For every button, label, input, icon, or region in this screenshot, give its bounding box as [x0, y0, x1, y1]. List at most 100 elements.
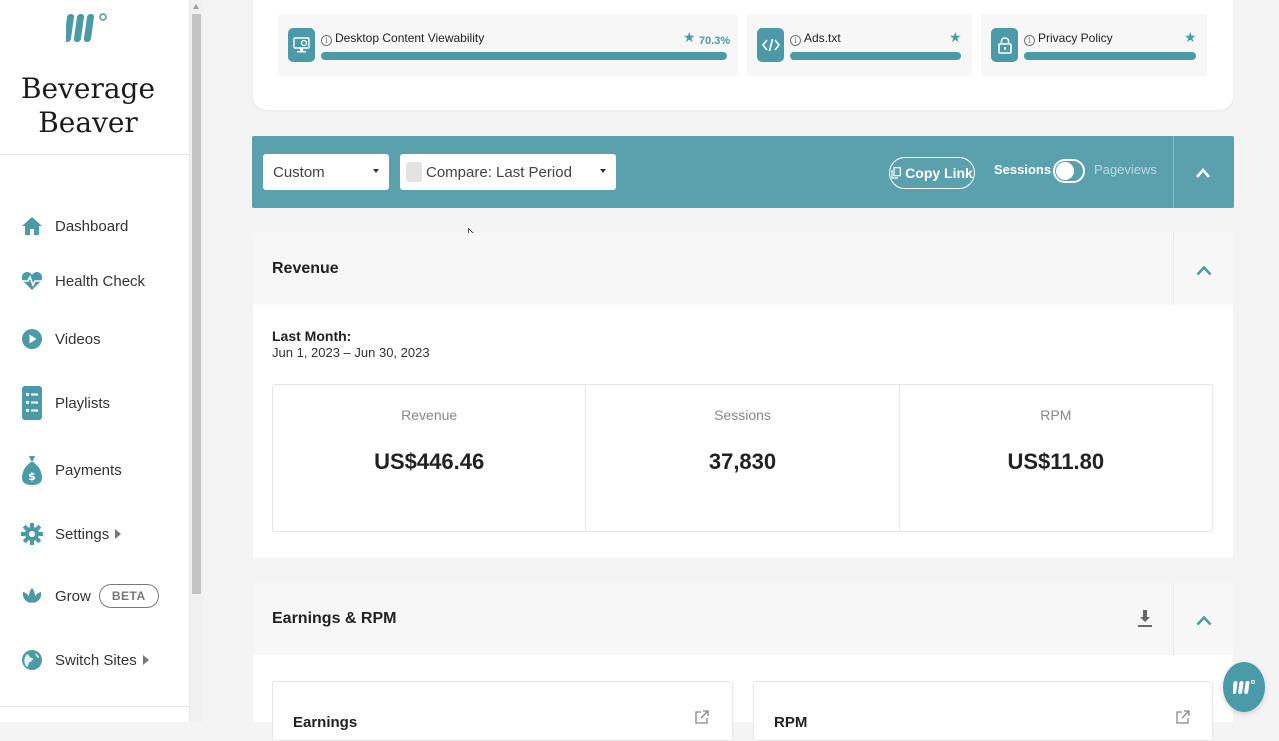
stat-rpm: RPM US$11.80: [898, 385, 1212, 531]
logo-icon: [1233, 680, 1255, 694]
sidebar-item-grow[interactable]: Grow BETA: [20, 581, 159, 611]
compare-value: Compare: Last Period: [426, 163, 572, 181]
sidebar-item-label: Payments: [55, 461, 122, 479]
chevron-up-icon[interactable]: [1196, 263, 1212, 277]
progress-bar: [790, 52, 961, 60]
health-tile-viewability[interactable]: i Desktop Content Viewability ★ 70.3%: [278, 14, 738, 76]
beta-badge: BETA: [98, 584, 159, 608]
info-icon[interactable]: i: [1024, 35, 1035, 46]
tile-label: Ads.txt: [804, 31, 841, 45]
tile-label: Desktop Content Viewability: [335, 31, 485, 45]
sidebar-item-label: Dashboard: [55, 217, 129, 235]
copy-icon: [891, 167, 902, 179]
info-icon[interactable]: i: [321, 35, 332, 46]
sidebar-item-label: Health Check: [55, 272, 146, 290]
sidebar: Beverage Beaver Dashboard Health Check V…: [0, 0, 190, 722]
stat-sessions: Sessions 37,830: [585, 385, 898, 531]
copy-link-button[interactable]: Copy Link: [889, 157, 975, 189]
sidebar-item-label: Switch Sites: [55, 651, 137, 669]
logo-icon[interactable]: [66, 10, 110, 46]
stat-value: US$11.80: [1007, 449, 1105, 474]
rpm-chart-card: RPM: [753, 681, 1213, 741]
gear-icon: [20, 522, 44, 546]
sidebar-item-switch-sites[interactable]: Switch Sites: [20, 645, 149, 675]
health-tile-privacy-policy[interactable]: i Privacy Policy ★: [981, 14, 1207, 76]
compare-select[interactable]: Compare: Last Period: [400, 154, 616, 190]
filter-bar: Custom Compare: Last Period Copy Link Se…: [252, 136, 1234, 208]
section-title: Earnings & RPM: [272, 610, 397, 627]
code-icon: [757, 28, 784, 62]
health-check-card: i Desktop Content Viewability ★ 70.3% i …: [253, 0, 1233, 110]
lock-icon: [991, 28, 1018, 62]
period-title: Last Month:: [272, 328, 352, 344]
scrollbar-thumb[interactable]: [192, 14, 201, 594]
tile-value: 70.3%: [699, 35, 731, 47]
stat-value: US$446.46: [374, 449, 485, 474]
copy-link-label: Copy Link: [905, 165, 973, 181]
caret-right-icon: [142, 655, 149, 665]
stat-label: Sessions: [714, 407, 771, 423]
card-title: RPM: [774, 714, 808, 731]
divider: [1173, 583, 1174, 655]
sidebar-item-label: Grow: [55, 587, 91, 605]
sidebar-item-settings[interactable]: Settings: [20, 519, 122, 549]
sidebar-item-dashboard[interactable]: Dashboard: [20, 211, 128, 241]
period-range: Jun 1, 2023 – Jun 30, 2023: [272, 345, 430, 360]
stat-value: 37,830: [708, 449, 777, 474]
sidebar-item-payments[interactable]: $ Payments: [20, 455, 122, 485]
sidebar-divider: [0, 154, 189, 155]
sidebar-item-health-check[interactable]: Health Check: [20, 266, 145, 296]
toggle-knob: [1056, 162, 1074, 180]
stat-label: Revenue: [401, 407, 458, 423]
heartbeat-icon: [20, 269, 44, 293]
toggle-label-sessions[interactable]: Sessions: [994, 162, 1051, 177]
revenue-section-body: Last Month: Jun 1, 2023 – Jun 30, 2023 R…: [253, 305, 1233, 558]
home-icon: [20, 214, 44, 238]
chevron-up-icon[interactable]: [1196, 166, 1210, 180]
play-icon: [20, 327, 44, 351]
compare-color-swatch: [406, 162, 422, 182]
chevron-up-icon[interactable]: [1196, 613, 1212, 627]
info-icon[interactable]: i: [790, 35, 801, 46]
dropdown-arrow-icon: [373, 169, 379, 173]
date-range-value: Custom: [273, 163, 325, 181]
health-tile-ads-txt[interactable]: i Ads.txt ★: [747, 14, 972, 76]
star-icon: ★: [1184, 29, 1197, 45]
stat-label: RPM: [1040, 407, 1072, 423]
sidebar-item-videos[interactable]: Videos: [20, 324, 101, 354]
site-title-line2: Beaver: [38, 106, 138, 139]
playlist-icon: [20, 386, 44, 420]
star-icon: ★: [683, 29, 696, 45]
star-icon: ★: [949, 29, 962, 45]
sidebar-item-playlists[interactable]: Playlists: [20, 386, 111, 420]
sidebar-item-label: Playlists: [55, 394, 111, 412]
monitor-icon: [288, 28, 315, 62]
date-range-select[interactable]: Custom: [263, 154, 389, 190]
sessions-pageviews-toggle[interactable]: [1053, 159, 1085, 183]
site-title-line1: Beverage: [20, 72, 156, 105]
stat-revenue: Revenue US$446.46: [273, 385, 585, 531]
stats-summary: Revenue US$446.46 Sessions 37,830 RPM US…: [272, 384, 1213, 532]
earnings-section-body: Earnings RPM: [253, 655, 1233, 741]
revenue-section-header[interactable]: Revenue: [253, 233, 1233, 305]
dropdown-arrow-icon: [600, 169, 606, 173]
svg-text:$: $: [28, 470, 36, 483]
divider: [1173, 233, 1174, 305]
progress-bar: [1024, 52, 1196, 60]
site-title: Beverage Beaver: [0, 72, 176, 140]
earnings-chart-card: Earnings: [272, 681, 733, 741]
scroll-up-arrow-icon[interactable]: [193, 4, 199, 9]
sidebar-item-label: Settings: [55, 525, 110, 543]
sidebar-divider: [0, 706, 189, 707]
card-title: Earnings: [293, 714, 358, 731]
help-chat-button[interactable]: [1223, 662, 1265, 712]
grow-icon: [20, 584, 44, 608]
money-bag-icon: $: [20, 456, 44, 485]
earnings-section-header[interactable]: Earnings & RPM: [253, 583, 1233, 655]
globe-icon: [20, 648, 44, 672]
tile-label: Privacy Policy: [1038, 31, 1113, 45]
divider: [1173, 136, 1174, 208]
download-icon[interactable]: [1137, 609, 1153, 629]
toggle-label-pageviews[interactable]: Pageviews: [1094, 162, 1157, 177]
progress-bar: [321, 52, 727, 60]
